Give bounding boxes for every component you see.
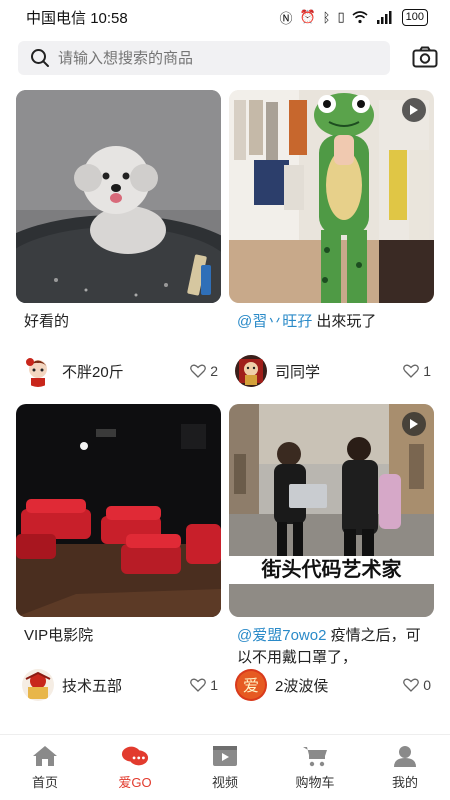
card-title: VIP电影院 (16, 625, 221, 669)
nav-home[interactable]: 首页 (0, 735, 90, 800)
cart-icon (303, 747, 327, 767)
card-meta: 技术五部 1 (22, 668, 218, 702)
heart-icon (190, 678, 207, 692)
card-meta: 爱 2波波侯 0 (235, 668, 431, 702)
mention-link[interactable]: @習丷旺孖 (237, 313, 312, 330)
card-title: 好看的 (16, 311, 221, 355)
card-title-text: 出來玩了 (316, 313, 377, 330)
chat-bubbles-icon (121, 746, 149, 766)
search-input[interactable] (58, 49, 358, 67)
home-icon (33, 746, 57, 766)
camera-icon[interactable] (412, 46, 438, 68)
play-icon (410, 105, 418, 115)
video-icon (213, 746, 237, 766)
nfc-icon: Ⓝ (279, 10, 293, 26)
battery-indicator: 100 (401, 8, 428, 26)
nav-label: 视频 (211, 775, 238, 790)
avatar[interactable] (235, 355, 267, 387)
author-name[interactable]: 2波波侯 (275, 675, 403, 696)
card-title-text: 好看的 (24, 313, 70, 330)
mention-link[interactable]: @爱盟7owo2 (237, 627, 326, 644)
nav-aigo[interactable]: 爱GO (90, 735, 180, 800)
like-count: 1 (423, 363, 431, 379)
nav-label: 购物车 (295, 775, 335, 790)
nav-label: 首页 (31, 775, 58, 790)
like-count: 1 (210, 677, 218, 693)
play-icon (410, 419, 418, 429)
video-play-badge (402, 412, 426, 436)
status-icons: Ⓝ ⏰ ᛒ ▯ 100 (279, 8, 428, 27)
nav-label: 爱GO (118, 775, 152, 790)
bluetooth-icon: ᛒ (322, 9, 331, 25)
card-title: @爱盟7owo2 疫情之后，可以不用戴口罩了， (229, 625, 434, 669)
card-image-dog[interactable] (16, 90, 221, 303)
card-meta: 司同学 1 (235, 354, 431, 388)
feed-card[interactable]: @習丷旺孖 出來玩了 司同学 1 (229, 90, 434, 387)
nav-label: 我的 (391, 775, 418, 790)
feed-card[interactable]: 街头代码艺术家 @爱盟7owo2 疫情之后，可以不用戴口罩了， 爱 2波波侯 0 (229, 404, 434, 701)
author-name[interactable]: 不胖20斤 (62, 361, 190, 382)
signal-icon (375, 10, 395, 24)
feed-card[interactable]: VIP电影院 技术五部 1 (16, 404, 221, 701)
nav-video[interactable]: 视频 (180, 735, 270, 800)
alarm-icon: ⏰ (299, 9, 316, 24)
avatar[interactable]: 爱 (235, 669, 267, 701)
author-name[interactable]: 技术五部 (62, 675, 190, 696)
like-button[interactable]: 2 (190, 363, 218, 379)
video-caption-overlay: 街头代码艺术家 (261, 559, 402, 581)
carrier-label: 中国电信 (26, 9, 87, 27)
nav-profile[interactable]: 我的 (360, 735, 450, 800)
card-image-street[interactable]: 街头代码艺术家 (229, 404, 434, 617)
nav-cart[interactable]: 购物车 (270, 735, 360, 800)
like-count: 0 (423, 677, 431, 693)
like-count: 2 (210, 363, 218, 379)
feed-card[interactable]: 好看的 不胖20斤 2 (16, 90, 221, 387)
status-left: 中国电信 10:58 (26, 7, 128, 28)
card-image-cinema[interactable] (16, 404, 221, 617)
heart-icon (190, 364, 207, 378)
card-title-text: VIP电影院 (24, 627, 94, 644)
wifi-icon (352, 10, 368, 24)
status-bar: 中国电信 10:58 Ⓝ ⏰ ᛒ ▯ 100 (0, 0, 450, 34)
heart-icon (403, 678, 420, 692)
search-row (18, 40, 438, 76)
like-button[interactable]: 1 (190, 677, 218, 693)
card-meta: 不胖20斤 2 (22, 354, 218, 388)
card-title: @習丷旺孖 出來玩了 (229, 311, 434, 355)
search-icon (31, 49, 49, 67)
clock: 10:58 (90, 9, 128, 27)
svg-text:爱: 爱 (243, 676, 259, 695)
vibrate-icon: ▯ (337, 9, 345, 24)
avatar[interactable] (22, 669, 54, 701)
heart-icon (403, 364, 420, 378)
search-box[interactable] (18, 41, 390, 75)
profile-icon (394, 746, 416, 767)
feed-grid: 好看的 不胖20斤 2 @習丷旺孖 出來玩了 司同学 1 VIP电影院 技术五部… (16, 90, 434, 716)
like-button[interactable]: 1 (403, 363, 431, 379)
bottom-nav: 首页 爱GO 视频 购物车 我的 (0, 734, 450, 800)
card-image-frog-costume[interactable] (229, 90, 434, 303)
like-button[interactable]: 0 (403, 677, 431, 693)
avatar[interactable] (22, 355, 54, 387)
author-name[interactable]: 司同学 (275, 361, 403, 382)
video-play-badge (402, 98, 426, 122)
